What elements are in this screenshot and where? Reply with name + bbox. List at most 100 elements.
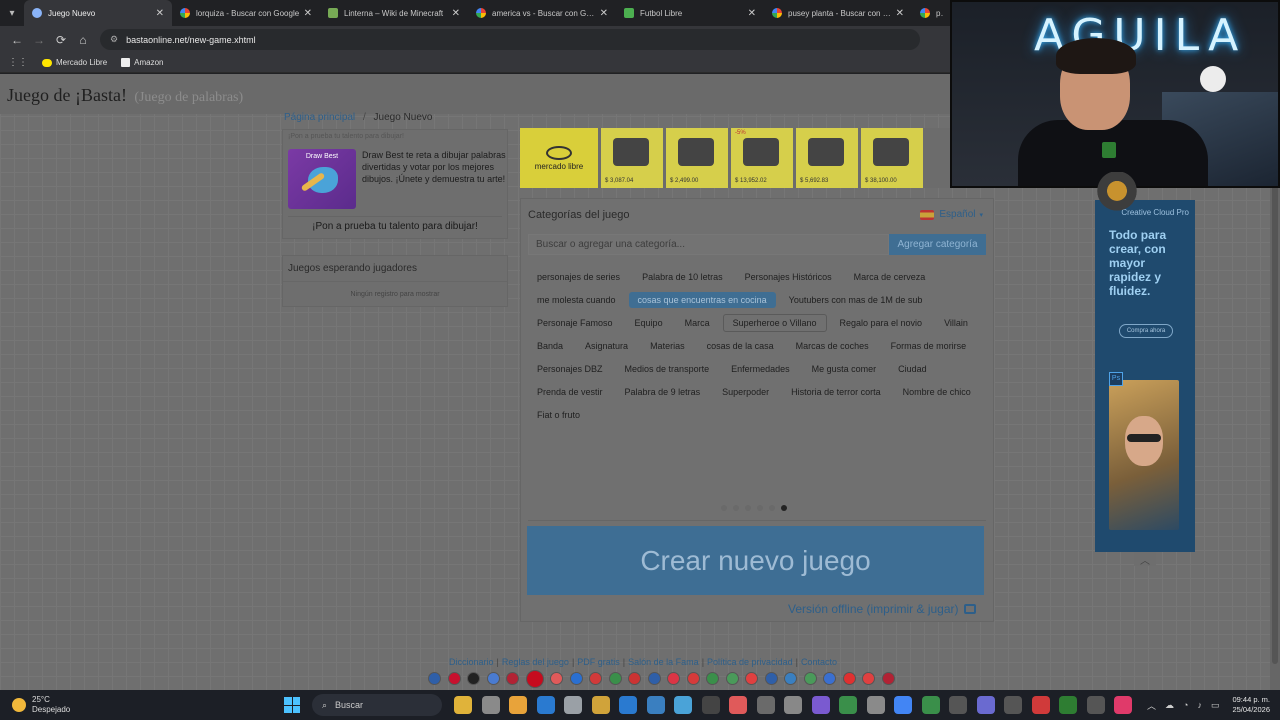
battery-icon[interactable]: ▭: [1211, 700, 1220, 711]
taskbar-app-icon[interactable]: [976, 696, 995, 714]
taskbar-app-icon[interactable]: [1004, 696, 1022, 714]
category-option[interactable]: Asignatura: [576, 338, 637, 354]
close-tab-icon[interactable]: ✕: [452, 8, 460, 19]
browser-tab[interactable]: Juego Nuevo ✕: [24, 0, 172, 26]
close-tab-icon[interactable]: ✕: [304, 8, 312, 19]
category-option[interactable]: Youtubers con mas de 1M de sub: [780, 292, 932, 308]
taskbar-app-icon[interactable]: [921, 696, 940, 714]
apps-grid-icon[interactable]: ⋮⋮: [8, 57, 28, 68]
taskbar-app-icon[interactable]: [619, 696, 637, 714]
language-flag-icon[interactable]: [589, 672, 602, 685]
category-option[interactable]: Marca de cerveza: [845, 269, 935, 285]
chevron-up-icon[interactable]: ︿: [1147, 699, 1156, 712]
browser-tab[interactable]: Linterna – Wiki de Minecraft ✕: [320, 0, 468, 26]
category-option[interactable]: Palabra de 9 letras: [616, 384, 710, 400]
ad-product[interactable]: $ 2,499.00: [666, 128, 728, 188]
taskbar-app-icon[interactable]: [481, 696, 500, 714]
category-search-input[interactable]: [528, 234, 889, 255]
taskbar-app-icon[interactable]: [646, 696, 665, 714]
language-flag-icon[interactable]: [764, 672, 778, 685]
category-option[interactable]: Materias: [641, 338, 694, 354]
category-option[interactable]: Me gusta comer: [803, 361, 886, 377]
language-flag-icon[interactable]: [686, 672, 700, 685]
taskbar-app-icon[interactable]: [1086, 696, 1105, 714]
category-option[interactable]: Equipo: [626, 315, 672, 331]
ad-product[interactable]: $ 13,952.02 -5%: [731, 128, 793, 188]
footer-link[interactable]: Política de privacidad: [707, 657, 793, 667]
taskbar-app-icon[interactable]: [509, 696, 527, 714]
language-flag-icon[interactable]: [525, 670, 544, 688]
back-icon[interactable]: ←: [6, 33, 28, 47]
taskbar-search[interactable]: ⌕ Buscar: [312, 694, 442, 716]
pagination-dot[interactable]: [769, 505, 775, 511]
bookmark-amazon[interactable]: Amazon: [121, 58, 164, 67]
category-option[interactable]: Prenda de vestir: [528, 384, 612, 400]
category-option[interactable]: me molesta cuando: [528, 292, 625, 308]
language-flag-icon[interactable]: [550, 672, 563, 685]
wifi-icon[interactable]: ◔: [1183, 700, 1188, 710]
footer-link[interactable]: Reglas del juego: [502, 657, 569, 667]
ad-buy-button[interactable]: Compra ahora: [1119, 324, 1173, 338]
category-option[interactable]: Banda: [528, 338, 572, 354]
taskbar-app-icon[interactable]: [536, 696, 555, 714]
pagination-dot[interactable]: [757, 505, 763, 511]
home-icon[interactable]: ⌂: [72, 33, 94, 47]
pagination-dot[interactable]: [733, 505, 739, 511]
browser-tab[interactable]: lorquiza - Buscar con Google ✕: [172, 0, 320, 26]
language-flag-icon[interactable]: [881, 672, 895, 685]
taskbar-app-icon[interactable]: [701, 696, 720, 714]
language-flag-icon[interactable]: [803, 672, 817, 685]
draw-best-image[interactable]: Draw Best: [288, 149, 356, 209]
category-option[interactable]: Ciudad: [889, 361, 936, 377]
create-game-button[interactable]: Crear nuevo juego: [527, 526, 984, 595]
language-flag-icon[interactable]: [725, 672, 739, 685]
language-selector[interactable]: Español ▾: [920, 209, 983, 220]
language-flag-icon[interactable]: [862, 672, 875, 685]
language-flag-icon[interactable]: [506, 672, 519, 685]
category-option[interactable]: Villain: [935, 315, 977, 331]
tab-search-chevron-icon[interactable]: ▾: [0, 0, 24, 26]
language-flag-icon[interactable]: [486, 672, 500, 685]
collapse-ad-chevron-up-icon[interactable]: ︿: [1134, 552, 1156, 567]
category-option[interactable]: Formas de morirse: [882, 338, 976, 354]
category-option[interactable]: Marca: [676, 315, 719, 331]
pagination-dot[interactable]: [745, 505, 751, 511]
ad-product[interactable]: $ 38,100.00: [861, 128, 923, 188]
url-input[interactable]: ⚙ bastaonline.net/new-game.xhtml: [100, 29, 920, 50]
language-flag-icon[interactable]: [467, 672, 480, 685]
pagination-dot[interactable]: [781, 505, 787, 511]
close-tab-icon[interactable]: ✕: [600, 8, 608, 19]
bookmark-mercado-libre[interactable]: Mercado Libre: [42, 58, 107, 67]
browser-tab[interactable]: america vs - Buscar con Google ✕: [468, 0, 616, 26]
ad-product[interactable]: $ 5,692.83: [796, 128, 858, 188]
category-option[interactable]: cosas de la casa: [698, 338, 783, 354]
taskbar-app-icon[interactable]: [674, 696, 692, 714]
category-option[interactable]: Superpoder: [713, 384, 778, 400]
footer-link[interactable]: Diccionario: [449, 657, 494, 667]
taskbar-app-icon[interactable]: [839, 696, 857, 714]
taskbar-app-icon[interactable]: [454, 696, 472, 714]
language-flag-icon[interactable]: [842, 672, 856, 685]
category-option[interactable]: Marcas de coches: [787, 338, 878, 354]
category-option[interactable]: Regalo para el novio: [831, 315, 932, 331]
taskbar-app-icon[interactable]: [894, 696, 912, 714]
taskbar-app-icon[interactable]: [784, 696, 802, 714]
taskbar-app-icon[interactable]: [1059, 696, 1077, 714]
footer-link[interactable]: PDF gratis: [577, 657, 620, 667]
close-tab-icon[interactable]: ✕: [156, 8, 164, 19]
breadcrumb-home-link[interactable]: Página principal: [284, 112, 355, 123]
category-option[interactable]: Personajes Históricos: [736, 269, 841, 285]
site-info-icon[interactable]: ⚙: [110, 34, 118, 45]
cloud-icon[interactable]: ☁: [1165, 700, 1174, 711]
language-flag-icon[interactable]: [667, 672, 680, 685]
adobe-side-ad[interactable]: Creative Cloud Pro Todo para crear, con …: [1095, 200, 1195, 552]
category-option[interactable]: cosas que encuentras en cocina: [628, 291, 776, 308]
language-flag-icon[interactable]: [647, 672, 661, 685]
draw-best-promo[interactable]: ¡Pon a prueba tu talento para dibujar! D…: [282, 129, 508, 239]
taskbar-app-icon[interactable]: [591, 696, 610, 714]
language-flag-icon[interactable]: [428, 672, 441, 685]
taskbar-app-icon[interactable]: [949, 696, 967, 714]
language-flag-icon[interactable]: [745, 672, 758, 685]
category-option[interactable]: Medios de transporte: [616, 361, 719, 377]
language-flag-icon[interactable]: [706, 672, 719, 685]
